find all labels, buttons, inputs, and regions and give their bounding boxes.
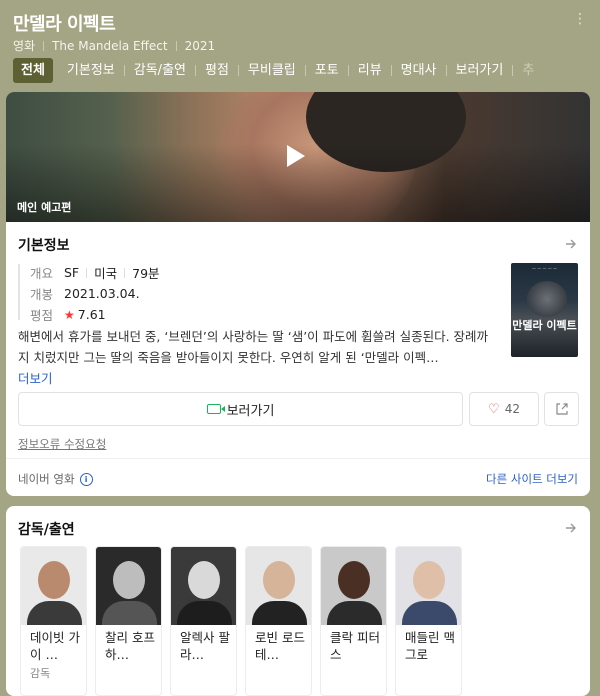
cast-person[interactable]: 매들린 맥그로: [395, 546, 462, 696]
overview-row: 개요 SF 미국 79분: [30, 263, 160, 282]
runtime-value: 79분: [132, 266, 160, 281]
card-divider: [6, 458, 590, 459]
person-photo-body: [252, 601, 307, 625]
person-photo: [321, 547, 386, 625]
meta-original-title: The Mandela Effect: [52, 38, 168, 53]
cast-list: 데이빗 가이 … 감독 찰리 호프하… 알렉사 팔라… 로빈 로드 테… 클락 …: [20, 546, 470, 696]
tab-movie-clips[interactable]: 무비클립: [239, 58, 305, 83]
cast-person[interactable]: 찰리 호프하…: [95, 546, 162, 696]
share-button[interactable]: [544, 392, 579, 426]
cast-person[interactable]: 알렉사 팔라…: [170, 546, 237, 696]
star-icon: ★: [64, 307, 75, 322]
movie-poster[interactable]: — — — — — 만델라 이펙트: [511, 263, 578, 357]
meta-year: 2021: [184, 38, 216, 53]
basic-info-card: 메인 예고편 기본정보 개요 SF 미국 79분 개봉 2021.03.04. …: [6, 92, 590, 496]
trailer-label: 메인 예고편: [17, 201, 72, 214]
share-icon: [555, 403, 568, 415]
tab-bar: 전체 기본정보 감독/출연 평점 무비클립 포토 리뷰 명대사 보러가기 추: [13, 58, 543, 83]
person-photo-body: [177, 601, 232, 625]
cast-person[interactable]: 데이빗 가이 … 감독: [20, 546, 87, 696]
overview-label: 개요: [30, 266, 54, 281]
person-photo-head: [338, 561, 370, 599]
section-title-cast: 감독/출연: [18, 522, 75, 538]
watch-button[interactable]: 보러가기: [18, 392, 463, 426]
source-label: 네이버 영화: [18, 472, 75, 486]
cast-person[interactable]: 클락 피터스: [320, 546, 387, 696]
person-name: 찰리 호프하…: [105, 630, 155, 662]
release-label: 개봉: [30, 287, 54, 302]
tab-rating[interactable]: 평점: [196, 58, 238, 83]
cast-card: 감독/출연 데이빗 가이 … 감독 찰리 호프하… 알렉사 팔라… 로빈 로드 …: [6, 506, 590, 696]
meta-category: 영화: [13, 39, 36, 53]
tab-photos[interactable]: 포토: [306, 58, 348, 83]
person-photo: [171, 547, 236, 625]
person-photo-head: [413, 561, 445, 599]
info-divider-bar: [18, 264, 20, 320]
poster-tagline-art: — — — — —: [531, 266, 558, 271]
person-photo-body: [102, 601, 157, 625]
person-photo-body: [327, 601, 382, 625]
person-photo-head: [188, 561, 220, 599]
meta-divider: [43, 40, 45, 51]
arrow-right-icon[interactable]: [565, 238, 577, 250]
movie-meta: 영화 The Mandela Effect 2021: [13, 37, 215, 54]
rating-label: 평점: [30, 308, 54, 323]
person-name: 로빈 로드 테…: [255, 630, 305, 662]
watch-button-label: 보러가기: [226, 403, 275, 419]
heart-icon: ♡: [488, 401, 500, 417]
poster-title: 만델라 이펙트: [512, 319, 577, 332]
cast-person[interactable]: 로빈 로드 테…: [245, 546, 312, 696]
release-row: 개봉 2021.03.04.: [30, 284, 140, 303]
release-date-value: 2021.03.04.: [64, 286, 140, 301]
tab-more-truncated[interactable]: 추: [513, 58, 543, 83]
more-options-icon[interactable]: ⋮: [573, 12, 587, 26]
person-name: 데이빗 가이 …: [30, 630, 80, 662]
tab-basic-info[interactable]: 기본정보: [58, 58, 124, 83]
person-role: 감독: [30, 667, 51, 680]
info-icon[interactable]: i: [79, 472, 93, 486]
tab-reviews[interactable]: 리뷰: [349, 58, 391, 83]
meta-divider: [175, 40, 177, 51]
play-icon[interactable]: [287, 145, 305, 167]
movie-title: 만델라 이펙트: [13, 14, 116, 35]
poster-face-art: [527, 281, 567, 317]
info-separator: [124, 267, 126, 278]
tab-watch[interactable]: 보러가기: [447, 58, 513, 83]
section-title-basic-info: 기본정보: [18, 238, 70, 254]
person-photo-head: [113, 561, 145, 599]
rating-row: 평점 ★ 7.61: [30, 305, 106, 324]
video-icon: [206, 404, 225, 414]
tab-director-cast[interactable]: 감독/출연: [125, 58, 195, 83]
like-button[interactable]: ♡ 42: [469, 392, 539, 426]
person-photo: [396, 547, 461, 625]
person-name: 클락 피터스: [330, 630, 380, 662]
rating-value: 7.61: [77, 307, 106, 322]
synopsis-text: 해변에서 휴가를 보내던 중, ‘브렌던’의 사랑하는 딸 ‘샘’이 파도에 휩…: [18, 329, 489, 365]
other-sites-link[interactable]: 다른 사이트 더보기: [486, 471, 578, 487]
person-photo: [96, 547, 161, 625]
source-info: 네이버 영화 i: [18, 471, 93, 487]
person-name: 매들린 맥그로: [405, 630, 455, 662]
person-photo: [21, 547, 86, 625]
person-photo-head: [38, 561, 70, 599]
report-error-link[interactable]: 정보오류 수정요청: [18, 436, 106, 452]
country-value: 미국: [94, 266, 118, 281]
person-photo-body: [402, 601, 457, 625]
trailer-video[interactable]: 메인 예고편: [6, 92, 590, 222]
person-name: 알렉사 팔라…: [180, 630, 230, 662]
tab-all[interactable]: 전체: [13, 58, 53, 83]
like-count: 42: [504, 402, 520, 416]
genre-value: SF: [64, 265, 80, 280]
synopsis-more-link[interactable]: 더보기: [18, 368, 53, 387]
info-separator: [86, 267, 88, 278]
person-photo-body: [27, 601, 82, 625]
arrow-right-icon[interactable]: [565, 522, 577, 534]
person-photo: [246, 547, 311, 625]
tab-quotes[interactable]: 명대사: [392, 58, 446, 83]
person-photo-head: [263, 561, 295, 599]
movie-header: 만델라 이펙트 ⋮ 영화 The Mandela Effect 2021 전체 …: [0, 0, 600, 92]
